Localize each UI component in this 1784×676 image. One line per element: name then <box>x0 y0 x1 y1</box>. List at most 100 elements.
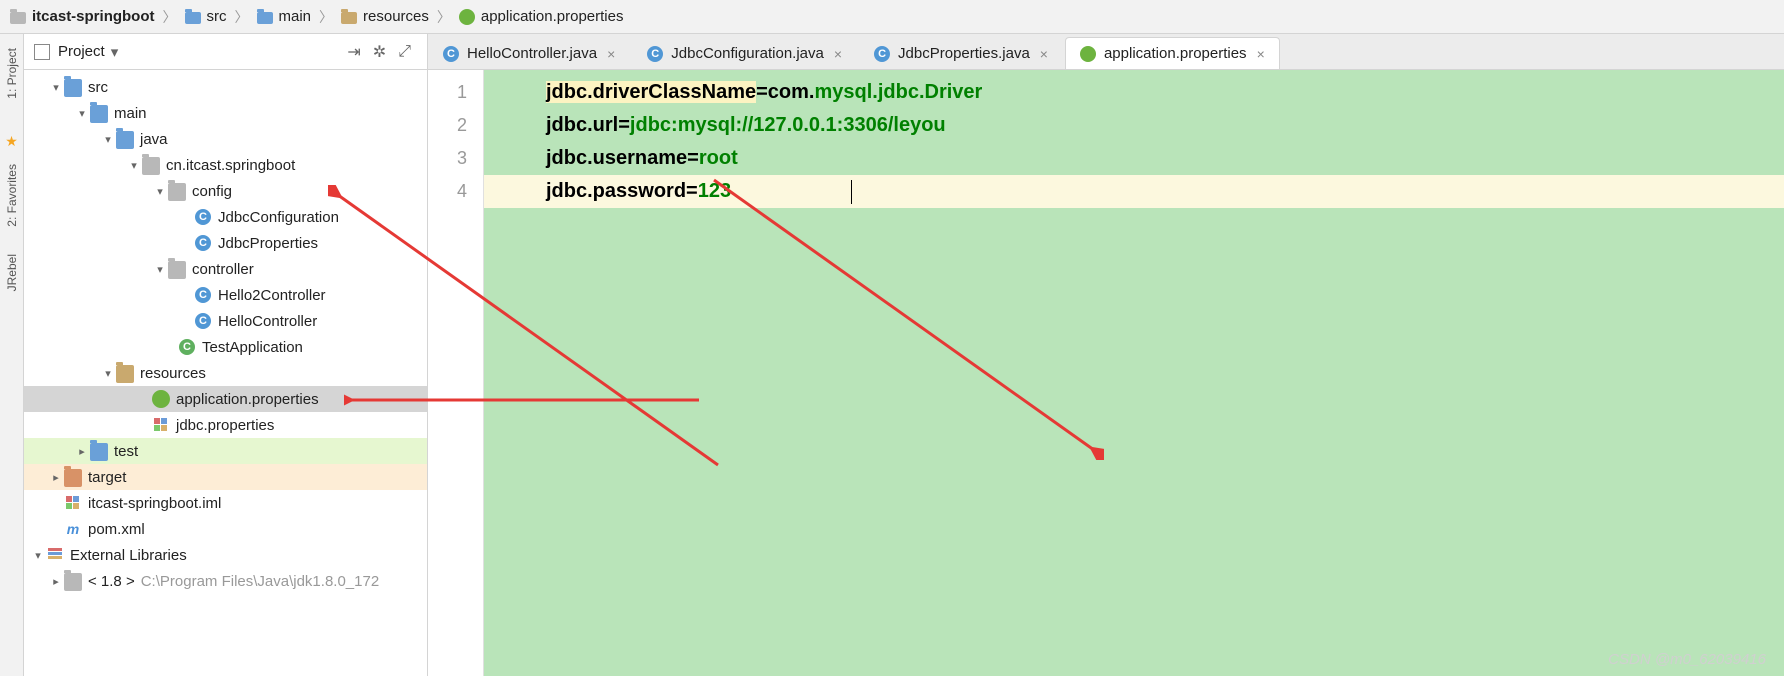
project-view-icon[interactable] <box>34 44 50 60</box>
code-line: jdbc.url=jdbc:mysql://127.0.0.1:3306/ley… <box>546 109 1784 142</box>
tree-label: target <box>88 469 126 486</box>
text-caret <box>851 180 852 204</box>
tree-label: JdbcConfiguration <box>218 209 339 226</box>
folder-icon <box>90 105 108 123</box>
project-panel-header: Project ▾ ⇥ ✲ ⤢ <box>24 34 427 70</box>
tree-app-properties[interactable]: application.properties <box>24 386 427 412</box>
chevron-down-icon: ▾ <box>100 133 116 146</box>
chevron-right-icon: ▸ <box>48 575 64 588</box>
chevron-down-icon: ▾ <box>48 81 64 94</box>
tree-config[interactable]: ▾config <box>24 178 427 204</box>
tab-hellocontroller[interactable]: C HelloController.java × <box>428 37 630 69</box>
tree-target[interactable]: ▸target <box>24 464 427 490</box>
close-icon[interactable]: × <box>834 46 842 62</box>
class-icon: C <box>195 287 211 303</box>
left-tool-rail: 1: Project ★ 2: Favorites JRebel <box>0 34 24 676</box>
chevron-down-icon: ▾ <box>152 185 168 198</box>
chevron-right-icon: 〉 <box>159 7 181 27</box>
folder-icon <box>185 12 201 24</box>
class-icon: C <box>195 313 211 329</box>
breadcrumb-resources-text: resources <box>363 8 429 25</box>
library-icon <box>48 548 62 562</box>
dropdown-icon[interactable]: ▾ <box>111 43 119 61</box>
close-icon[interactable]: × <box>607 46 615 62</box>
tree-resources[interactable]: ▾resources <box>24 360 427 386</box>
tree-java[interactable]: ▾ java <box>24 126 427 152</box>
chevron-down-icon: ▾ <box>126 159 142 172</box>
folder-icon <box>64 573 82 591</box>
tree-pom[interactable]: mpom.xml <box>24 516 427 542</box>
tree-jdbc-properties[interactable]: jdbc.properties <box>24 412 427 438</box>
gear-icon[interactable]: ✲ <box>367 42 392 62</box>
rail-project[interactable]: 1: Project <box>3 34 21 113</box>
tree-iml[interactable]: itcast-springboot.iml <box>24 490 427 516</box>
breadcrumb-project[interactable]: itcast-springboot <box>6 8 159 25</box>
tree-external-libs[interactable]: ▾External Libraries <box>24 542 427 568</box>
iml-icon <box>66 496 80 510</box>
tree-label: src <box>88 79 108 96</box>
chevron-down-icon: ▾ <box>30 549 46 562</box>
breadcrumb-bar: itcast-springboot 〉 src 〉 main 〉 resourc… <box>0 0 1784 34</box>
tree-jdbcconfig[interactable]: C JdbcConfiguration <box>24 204 427 230</box>
folder-icon <box>90 443 108 461</box>
class-icon: C <box>195 209 211 225</box>
code-content[interactable]: jdbc.driverClassName=com.mysql.jdbc.Driv… <box>484 70 1784 676</box>
close-icon[interactable]: × <box>1040 46 1048 62</box>
code-editor[interactable]: 1 2 3 4 jdbc.driverClassName=com.mysql.j… <box>428 70 1784 676</box>
tab-jdbcconfig[interactable]: CJdbcConfiguration.java× <box>632 37 857 69</box>
tree-main[interactable]: ▾main <box>24 100 427 126</box>
close-icon[interactable]: × <box>1257 46 1265 62</box>
breadcrumb-main[interactable]: main <box>253 8 316 25</box>
tree-jdbcprops[interactable]: CJdbcProperties <box>24 230 427 256</box>
tree-label: application.properties <box>176 391 319 408</box>
rail-favorites[interactable]: 2: Favorites <box>3 150 21 241</box>
chevron-right-icon: 〉 <box>433 7 455 27</box>
tree-label: cn.itcast.springboot <box>166 157 295 174</box>
package-icon <box>168 261 186 279</box>
tree-label: HelloController <box>218 313 317 330</box>
tree-label: itcast-springboot.iml <box>88 495 221 512</box>
breadcrumb-file-text: application.properties <box>481 8 624 25</box>
project-tree[interactable]: ▾ src ▾main ▾ java ▾ cn.itcast.springboot ▾… <box>24 70 427 676</box>
watermark-text: CSDN @m0_62039416 <box>1608 651 1766 668</box>
chevron-right-icon: 〉 <box>315 7 337 27</box>
class-run-icon: C <box>179 339 195 355</box>
tree-hello[interactable]: C HelloController <box>24 308 427 334</box>
tree-testapp[interactable]: CTestApplication <box>24 334 427 360</box>
collapse-icon[interactable]: ⇥ <box>341 42 366 62</box>
breadcrumb-resources[interactable]: resources <box>337 8 433 25</box>
package-icon <box>168 183 186 201</box>
rail-jrebel[interactable]: JRebel <box>3 240 21 305</box>
chevron-down-icon: ▾ <box>100 367 116 380</box>
breadcrumb-file[interactable]: application.properties <box>455 8 628 25</box>
package-icon <box>142 157 160 175</box>
tree-label: java <box>140 131 168 148</box>
tree-label: test <box>114 443 138 460</box>
breadcrumb-src[interactable]: src <box>181 8 231 25</box>
project-panel-title: Project <box>58 43 105 60</box>
resources-folder-icon <box>116 365 134 383</box>
tab-appprops[interactable]: application.properties× <box>1065 37 1280 69</box>
editor-area: C HelloController.java × CJdbcConfiguratio… <box>428 34 1784 676</box>
class-icon: C <box>443 46 459 62</box>
tab-label: HelloController.java <box>467 45 597 62</box>
tree-package[interactable]: ▾ cn.itcast.springboot <box>24 152 427 178</box>
tree-label: jdbc.properties <box>176 417 274 434</box>
class-icon: C <box>647 46 663 62</box>
tree-controller[interactable]: ▾controller <box>24 256 427 282</box>
tree-jdk[interactable]: ▸< 1.8 >C:\Program Files\Java\jdk1.8.0_1… <box>24 568 427 594</box>
folder-icon <box>64 79 82 97</box>
line-number: 1 <box>428 76 467 109</box>
tree-hello2[interactable]: CHello2Controller <box>24 282 427 308</box>
folder-icon <box>116 131 134 149</box>
folder-icon <box>64 469 82 487</box>
tree-src[interactable]: ▾ src <box>24 74 427 100</box>
chevron-right-icon: 〉 <box>231 7 253 27</box>
hide-icon[interactable]: ⤢ <box>392 43 417 61</box>
properties-icon <box>154 418 168 432</box>
breadcrumb-project-text: itcast-springboot <box>32 8 155 25</box>
project-panel: Project ▾ ⇥ ✲ ⤢ ▾ src ▾main ▾ java ▾ cn.itc… <box>24 34 428 676</box>
tree-label: JdbcProperties <box>218 235 318 252</box>
tree-test[interactable]: ▸test <box>24 438 427 464</box>
tab-jdbcprops[interactable]: CJdbcProperties.java× <box>859 37 1063 69</box>
